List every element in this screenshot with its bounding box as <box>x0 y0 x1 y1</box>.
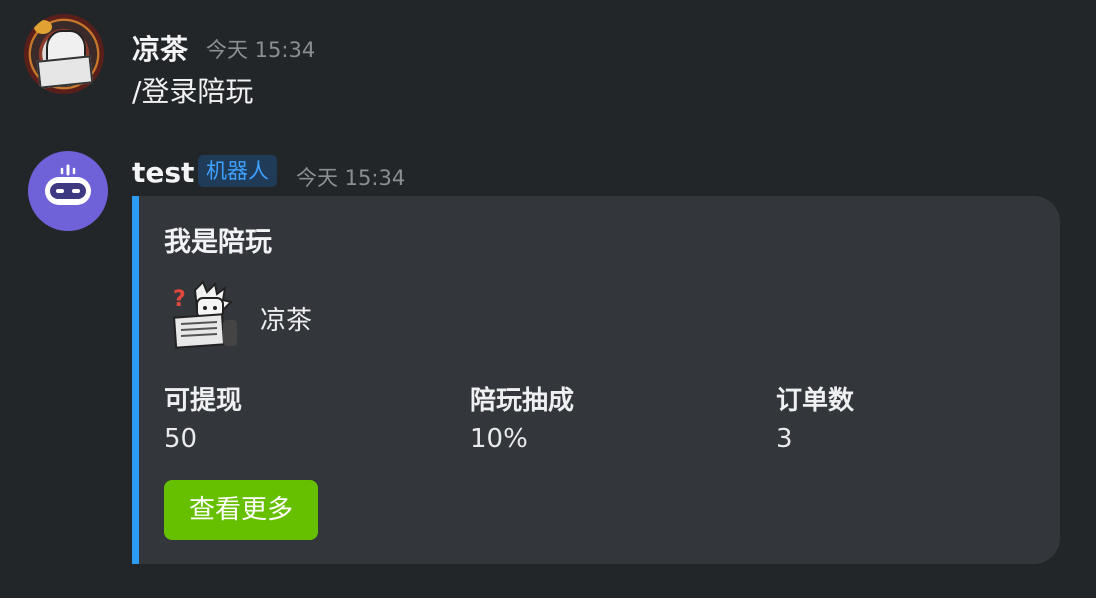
svg-text:?: ? <box>173 287 186 312</box>
field-value-commission: 10% <box>470 424 528 454</box>
field-value-order-count: 3 <box>776 424 793 454</box>
avatar-decoration-icon <box>34 20 52 34</box>
profile-card: 我是陪玩 ? 凉茶 可提现 50 陪玩抽成 10% 订单数 3 查看更多 <box>132 196 1060 564</box>
avatar-newspaper <box>36 55 94 89</box>
view-more-button[interactable]: 查看更多 <box>164 480 318 540</box>
timestamp: 今天 15:34 <box>206 38 316 62</box>
card-user-avatar[interactable]: ? <box>169 280 241 352</box>
card-title: 我是陪玩 <box>164 227 272 258</box>
field-value-withdrawable: 50 <box>164 424 198 454</box>
field-label-withdrawable: 可提现 <box>164 386 243 416</box>
author-name[interactable]: test <box>132 156 194 189</box>
timestamp: 今天 15:34 <box>296 166 406 190</box>
bot-badge: 机器人 <box>198 155 277 187</box>
author-name[interactable]: 凉茶 <box>132 28 188 68</box>
message-text: /登录陪玩 <box>132 75 254 108</box>
robot-icon <box>45 164 91 205</box>
field-label-commission: 陪玩抽成 <box>470 386 575 416</box>
message-user: 凉茶 今天 15:34 /登录陪玩 <box>0 0 1096 130</box>
card-user-name: 凉茶 <box>260 306 313 336</box>
user-avatar[interactable] <box>24 14 104 94</box>
field-label-order-count: 订单数 <box>776 386 855 416</box>
bot-avatar[interactable] <box>28 151 108 231</box>
